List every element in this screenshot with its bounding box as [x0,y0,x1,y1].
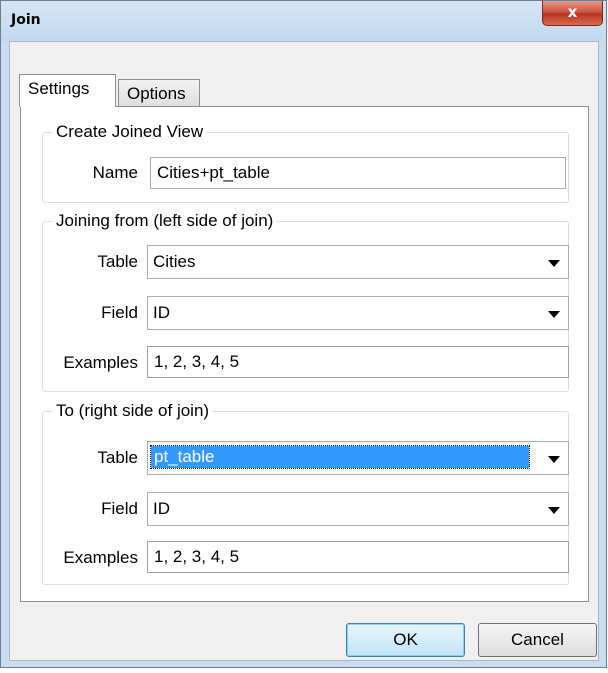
create-joined-view-legend: Create Joined View [53,122,207,142]
chevron-down-icon [548,260,560,267]
to-field-value: ID [153,499,170,518]
joining-to-legend: To (right side of join) [53,401,213,421]
create-joined-view-group: Create Joined View Name Cities+pt_table [42,122,569,203]
to-field-label: Field [101,499,138,518]
to-table-label: Table [97,448,138,467]
from-table-label: Table [97,252,138,271]
chevron-down-icon [548,311,560,318]
tab-options-label: Options [127,84,186,103]
dialog-title: Join [11,12,41,28]
from-examples-label: Examples [63,353,138,372]
tab-settings[interactable]: Settings [19,74,116,107]
title-bar[interactable]: Join x [1,1,606,41]
tab-settings-label: Settings [28,79,90,98]
joining-from-group: Joining from (left side of join) Table C… [42,211,569,392]
from-field-label: Field [101,303,138,322]
joining-from-legend: Joining from (left side of join) [53,211,277,231]
name-input[interactable]: Cities+pt_table [150,157,566,189]
to-examples-label: Examples [63,548,138,567]
close-icon: x [567,3,578,21]
chevron-down-icon [548,507,560,514]
to-table-select[interactable]: pt_table [147,441,569,475]
joining-to-group: To (right side of join) Table pt_table F… [42,401,569,585]
chevron-down-icon [548,456,560,463]
close-button[interactable]: x [542,1,603,26]
from-table-select[interactable]: Cities [147,245,569,279]
to-table-value: pt_table [150,445,530,469]
from-field-select[interactable]: ID [147,296,569,330]
from-examples-field: 1, 2, 3, 4, 5 [147,346,569,378]
tab-options[interactable]: Options [118,79,200,109]
from-table-value: Cities [153,252,196,271]
ok-button[interactable]: OK [346,623,465,657]
to-field-select[interactable]: ID [147,492,569,526]
to-examples-field: 1, 2, 3, 4, 5 [147,541,569,573]
cancel-button[interactable]: Cancel [478,623,597,657]
name-label: Name [92,163,138,182]
settings-tab-panel: Create Joined View Name Cities+pt_table … [20,106,589,602]
from-field-value: ID [153,303,170,322]
